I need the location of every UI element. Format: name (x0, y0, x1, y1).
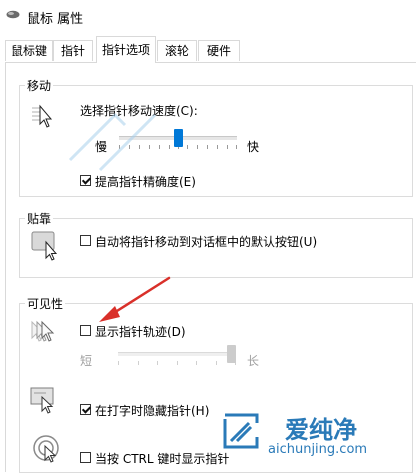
slider-tick (138, 361, 139, 365)
annotation-arrow (99, 276, 171, 322)
hide-while-typing-icon (30, 387, 54, 414)
snap-to-icon (31, 231, 58, 261)
pointer-trails-icon (31, 320, 55, 342)
title-bar: 鼠标 属性 (0, 0, 416, 34)
watermark-brand: 爱纯净 (285, 416, 357, 444)
hide-typing-checkbox[interactable] (80, 404, 91, 415)
slider-tick (196, 361, 197, 365)
slider-tick (217, 145, 218, 149)
show-location-icon (33, 435, 59, 463)
trails-checkbox[interactable] (80, 325, 91, 336)
slider-tick (207, 145, 208, 149)
tab-buttons[interactable]: 鼠标键 (5, 40, 53, 61)
mouse-icon (6, 10, 20, 19)
visibility-heading: 可见性 (25, 295, 66, 312)
ctrl-show-label: 当按 CTRL 键时显示指针 (95, 452, 230, 466)
tab-hardware[interactable]: 硬件 (198, 40, 240, 61)
trail-length-slider[interactable] (118, 344, 236, 368)
slider-tick (236, 145, 237, 149)
pointer-speed-icon (32, 104, 53, 128)
slider-tick (197, 145, 198, 149)
trail-slider-thumb[interactable] (227, 345, 236, 363)
snap-label: 自动将指针移动到对话框中的默认按钮(U) (95, 235, 318, 249)
tab-wheel[interactable]: 滚轮 (157, 40, 197, 61)
slider-tick (157, 361, 158, 365)
ctrl-show-checkbox[interactable] (80, 452, 91, 463)
faint-watermark-logo (68, 112, 157, 172)
short-label: 短 (80, 354, 93, 368)
trail-slider-track (118, 352, 236, 356)
tab-pointers[interactable]: 指针 (53, 40, 93, 61)
motion-heading: 移动 (25, 77, 54, 94)
long-label: 长 (247, 354, 260, 368)
tab-pointer-options[interactable]: 指针选项 (96, 36, 156, 63)
window-title: 鼠标 属性 (27, 12, 84, 27)
watermark-url: aichunjing.com (268, 442, 368, 457)
hide-typing-label: 在打字时隐藏指针(H) (95, 404, 210, 418)
fast-label: 快 (247, 140, 260, 154)
slider-tick (177, 361, 178, 365)
snap-heading: 贴靠 (25, 210, 54, 227)
slider-tick (118, 361, 119, 365)
watermark-logo (223, 413, 259, 449)
snap-checkbox[interactable] (80, 235, 91, 246)
slider-tick (227, 145, 228, 149)
slider-tick (216, 361, 217, 365)
